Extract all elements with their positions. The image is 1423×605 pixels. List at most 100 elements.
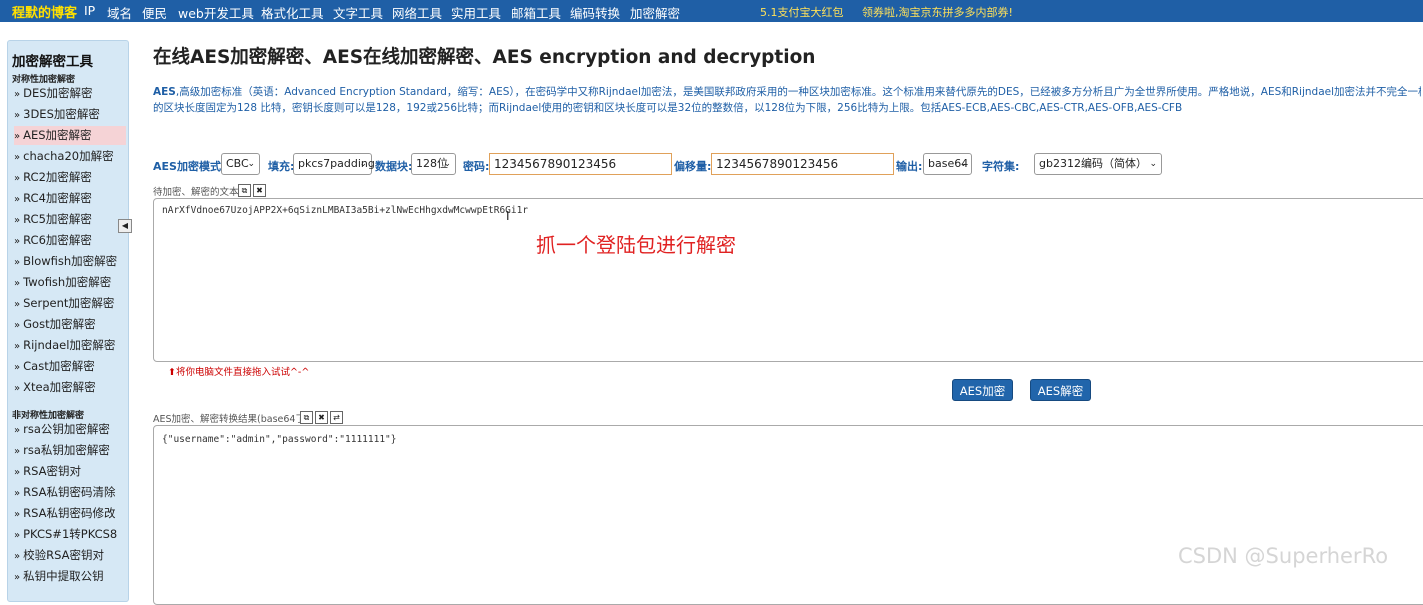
annotation-note: 抓一个登陆包进行解密	[536, 233, 736, 257]
double-chevron-right-icon: »	[14, 320, 21, 331]
mode-select[interactable]: CBC ⌄	[221, 153, 260, 175]
output-format-select[interactable]: base64 ⌄	[923, 153, 972, 175]
sidebar-asymmetric-item-label: RSA私钥密码清除	[23, 485, 116, 499]
double-chevron-right-icon: »	[14, 572, 21, 583]
encrypt-button[interactable]: AES加密	[952, 379, 1013, 401]
sidebar-symmetric-item[interactable]: » Twofish加密解密	[14, 273, 126, 292]
iv-label: 偏移量:	[674, 160, 712, 173]
clear-icon[interactable]: ✖	[315, 411, 328, 424]
charset-select[interactable]: gb2312编码（简体） ⌄	[1034, 153, 1162, 175]
swap-icon[interactable]: ⇄	[330, 411, 343, 424]
chevron-down-icon: ⌄	[359, 159, 367, 169]
nav-link-email[interactable]: 邮箱工具	[511, 3, 561, 22]
sidebar-symmetric-item[interactable]: » RC5加密解密	[14, 210, 126, 229]
drag-hint: ⬆将你电脑文件直接拖入试试^-^	[168, 364, 309, 378]
double-chevron-right-icon: »	[14, 467, 21, 478]
watermark: CSDN @SuperherRo	[1178, 544, 1389, 568]
sidebar-asymmetric-item-label: 校验RSA密钥对	[23, 548, 104, 562]
sidebar-asymmetric-item[interactable]: » PKCS#1转PKCS8	[14, 525, 126, 544]
sidebar-asymmetric-item[interactable]: » RSA私钥密码清除	[14, 483, 126, 502]
sidebar-symmetric-item-label: 3DES加密解密	[23, 107, 100, 121]
double-chevron-right-icon: »	[14, 194, 21, 205]
padding-label: 填充:	[268, 160, 295, 173]
nav-link-encoding[interactable]: 编码转换	[570, 3, 620, 22]
input-text: nArXfVdnoe67UzojAPP2X+6qSiznLMBAI3a5Bi+z…	[162, 205, 529, 216]
sidebar-asymmetric-item[interactable]: » RSA私钥密码修改	[14, 504, 126, 523]
sidebar-symmetric-item-label: Twofish加密解密	[23, 275, 112, 289]
double-chevron-right-icon: »	[14, 383, 21, 394]
sidebar-asymmetric-item[interactable]: » 校验RSA密钥对	[14, 546, 126, 565]
promo-link-alipay[interactable]: 5.1支付宝大红包	[760, 4, 844, 20]
sidebar-asymmetric-item-label: PKCS#1转PKCS8	[23, 527, 118, 541]
site-brand-link[interactable]: 程默的博客	[12, 2, 77, 21]
padding-select[interactable]: pkcs7padding ⌄	[293, 153, 375, 175]
copy-icon[interactable]: ⧉	[300, 411, 313, 424]
sidebar-symmetric-item[interactable]: » RC4加密解密	[14, 189, 126, 208]
sidebar-symmetric-item-label: Xtea加密解密	[23, 380, 96, 394]
sidebar-symmetric-item[interactable]: » Blowfish加密解密	[14, 252, 126, 271]
double-chevron-right-icon: »	[14, 362, 21, 373]
sidebar-symmetric-item[interactable]: » RC6加密解密	[14, 231, 126, 250]
double-chevron-right-icon: »	[14, 110, 21, 121]
nav-link-format[interactable]: 格式化工具	[261, 3, 324, 22]
output-textarea[interactable]: {"username":"admin","password":"1111111"…	[153, 425, 1423, 605]
double-chevron-right-icon: »	[14, 89, 21, 100]
nav-link-text[interactable]: 文字工具	[333, 3, 383, 22]
input-textarea[interactable]: nArXfVdnoe67UzojAPP2X+6qSiznLMBAI3a5Bi+z…	[153, 198, 1423, 362]
double-chevron-right-icon: »	[14, 425, 21, 436]
sidebar-symmetric-item-label: AES加密解密	[23, 128, 92, 142]
nav-link-crypto[interactable]: 加密解密	[630, 3, 680, 22]
chevron-down-icon: ⌄	[443, 159, 451, 169]
nav-link-ip[interactable]: IP	[84, 3, 95, 18]
nav-link-webdev[interactable]: web开发工具	[178, 3, 254, 22]
block-label: 数据块:	[375, 160, 413, 173]
double-chevron-right-icon: »	[14, 173, 21, 184]
sidebar-asymmetric-item-label: RSA密钥对	[23, 464, 81, 478]
chevron-down-icon: ⌄	[1149, 159, 1157, 169]
nav-link-convenience[interactable]: 便民	[142, 3, 167, 22]
nav-link-network[interactable]: 网络工具	[392, 3, 442, 22]
sidebar-asymmetric-item-label: RSA私钥密码修改	[23, 506, 116, 520]
desc-lead: AES	[153, 86, 176, 98]
sidebar-symmetric-item-label: Rijndael加密解密	[23, 338, 116, 352]
sidebar-asymmetric-item[interactable]: » rsa公钥加密解密	[14, 420, 126, 439]
block-select[interactable]: 128位 ⌄	[411, 153, 456, 175]
sidebar-collapse-icon[interactable]: ◀	[118, 219, 132, 233]
sidebar-symmetric-item[interactable]: » AES加密解密	[14, 126, 126, 145]
chevron-down-icon: ⌄	[247, 159, 255, 169]
sidebar-symmetric-item[interactable]: » DES加密解密	[14, 84, 126, 103]
copy-icon[interactable]: ⧉	[238, 184, 251, 197]
desc-line-1: ,高级加密标准（英语：Advanced Encryption Standard，…	[175, 86, 1421, 98]
sidebar-asymmetric-item-label: rsa私钥加密解密	[23, 443, 110, 457]
iv-input[interactable]: 1234567890123456	[711, 153, 894, 175]
promo-link-coupons[interactable]: 领券啦,淘宝京东拼多多内部券!	[862, 4, 1013, 20]
double-chevron-right-icon: »	[14, 131, 21, 142]
key-input[interactable]: 1234567890123456	[489, 153, 672, 175]
nav-link-utility[interactable]: 实用工具	[451, 3, 501, 22]
double-chevron-right-icon: »	[14, 488, 21, 499]
sidebar-asymmetric-item[interactable]: » RSA密钥对	[14, 462, 126, 481]
sidebar-asymmetric-item[interactable]: » rsa私钥加密解密	[14, 441, 126, 460]
double-chevron-right-icon: »	[14, 530, 21, 541]
sidebar-symmetric-item-label: Gost加密解密	[23, 317, 96, 331]
page-description: AES,高级加密标准（英语：Advanced Encryption Standa…	[153, 84, 1421, 116]
output-text: {"username":"admin","password":"1111111"…	[162, 434, 397, 445]
sidebar-symmetric-item-label: RC6加密解密	[23, 233, 92, 247]
clear-icon[interactable]: ✖	[253, 184, 266, 197]
sidebar-symmetric-item[interactable]: » 3DES加密解密	[14, 105, 126, 124]
sidebar-asymmetric-item[interactable]: » 私钥中提取公钥	[14, 567, 126, 586]
decrypt-button[interactable]: AES解密	[1030, 379, 1091, 401]
sidebar-symmetric-item[interactable]: » RC2加密解密	[14, 168, 126, 187]
top-nav-bar: 程默的博客 IP 域名 便民 web开发工具 格式化工具 文字工具 网络工具 实…	[0, 0, 1423, 22]
double-chevron-right-icon: »	[14, 446, 21, 457]
output-caption: AES加密、解密转换结果(base64了):	[153, 414, 312, 425]
sidebar-symmetric-item[interactable]: » Xtea加密解密	[14, 378, 126, 397]
sidebar-symmetric-item[interactable]: » Gost加密解密	[14, 315, 126, 334]
nav-link-domain[interactable]: 域名	[107, 3, 132, 22]
sidebar-symmetric-item-label: RC5加密解密	[23, 212, 92, 226]
sidebar-symmetric-item[interactable]: » Serpent加密解密	[14, 294, 126, 313]
double-chevron-right-icon: »	[14, 509, 21, 520]
sidebar-symmetric-item[interactable]: » chacha20加解密	[14, 147, 126, 166]
sidebar-symmetric-item[interactable]: » Rijndael加密解密	[14, 336, 126, 355]
sidebar-symmetric-item[interactable]: » Cast加密解密	[14, 357, 126, 376]
